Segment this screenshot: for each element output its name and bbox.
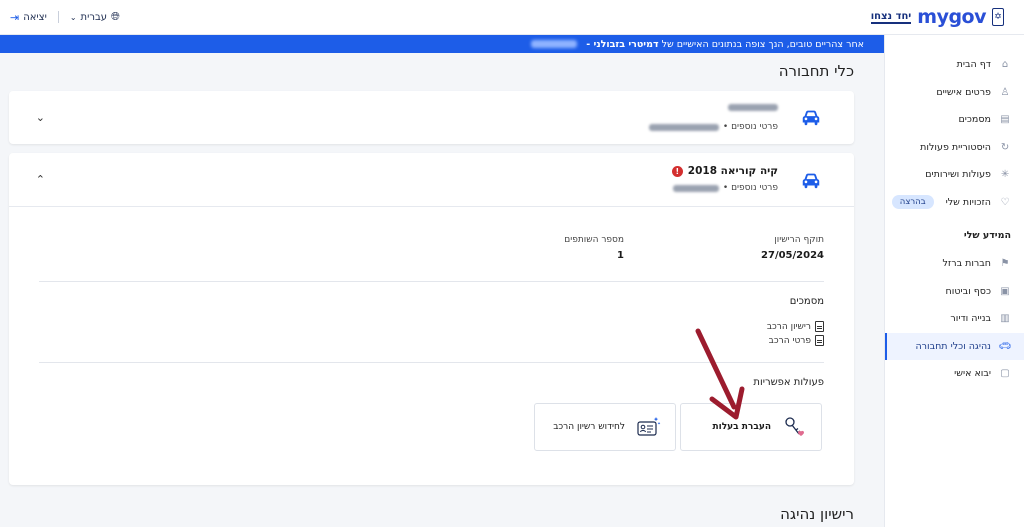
- chevron-up-icon[interactable]: ⌃: [33, 173, 45, 186]
- box-icon: ▢: [1000, 368, 1010, 380]
- sidebar-item-iron-swords[interactable]: ⚑ חברות ברזל: [885, 250, 1024, 278]
- mygov-logo[interactable]: יחד נצחו mygov ✡: [870, 6, 1004, 28]
- car-icon: [802, 173, 820, 189]
- globe-icon: 🌐︎: [111, 10, 120, 23]
- vehicle-sub-label: פרטי נוספים •: [722, 122, 778, 132]
- alert-icon: !: [671, 165, 683, 177]
- vehicle-card-expanded: קיה קוריאה 2018 ! פרטי נוספים • ⌃ תוקף ה…: [9, 153, 854, 485]
- document-link-vehicle-details[interactable]: פרטי הרכב: [769, 335, 824, 346]
- redacted-id: [531, 40, 578, 48]
- keys-icon: [785, 417, 804, 436]
- sidebar-item-services[interactable]: ✳ פעולות ושירותים: [885, 161, 1024, 189]
- sidebar-item-import[interactable]: ▢ יבוא אישי: [885, 360, 1024, 388]
- vehicle-sub-info: פרטי נוספים •: [648, 122, 778, 132]
- money-icon: ▣: [1000, 285, 1010, 297]
- logout-button[interactable]: ⇥ יציאה: [10, 11, 47, 24]
- building-icon: ▥: [1000, 313, 1010, 325]
- action-label: העברת בעלות: [712, 422, 771, 432]
- sidebar-item-personal[interactable]: ♙ פרטים אישיים: [885, 79, 1024, 107]
- vehicle-card-header[interactable]: קיה קוריאה 2018 ! פרטי נוספים • ⌃: [9, 153, 854, 207]
- vehicle-name-row: קיה קוריאה 2018 !: [671, 165, 778, 177]
- vehicle-sub-label: פרטי נוספים •: [722, 183, 778, 193]
- divider: [57, 11, 59, 23]
- top-bar: יחד נצחו mygov ✡ ⇥ יציאה ⌄ עברית 🌐︎: [0, 0, 1024, 35]
- file-icon: [815, 335, 824, 346]
- flag-icon: ⚑: [1000, 258, 1010, 270]
- logout-icon: ⇥: [10, 10, 20, 24]
- sidebar-item-label: דף הבית: [956, 59, 991, 71]
- greeting-text: אחר צהריים טובים, הנך צופה בנתונים האישי…: [661, 38, 864, 50]
- file-icon: [815, 321, 824, 332]
- person-icon: ♙: [1000, 86, 1010, 98]
- sidebar-item-label: יבוא אישי: [954, 368, 991, 380]
- actions-title: פעולות אפשריות: [753, 377, 824, 388]
- logo-text: mygov: [917, 6, 986, 28]
- language-label: עברית: [80, 11, 108, 23]
- sparkle-icon: ✳: [1000, 169, 1010, 181]
- sidebar-item-label: פעולות ושירותים: [925, 169, 991, 181]
- divider: [39, 281, 824, 282]
- partners-label: מספר השותפים: [564, 235, 624, 245]
- sidebar-item-money[interactable]: ▣ כסף וביטוח: [885, 278, 1024, 306]
- sidebar-item-history[interactable]: ↻ היסטוריית פעולות: [885, 134, 1024, 162]
- license-expiry-value: 27/05/2024: [761, 250, 824, 261]
- history-icon: ↻: [1000, 141, 1010, 153]
- sidebar-section-title: המידע שלי: [963, 229, 1011, 241]
- action-label: לחידוש רשיון הרכב: [553, 422, 625, 432]
- sidebar-item-documents[interactable]: ▤ מסמכים: [885, 106, 1024, 134]
- language-selector[interactable]: ⌄ עברית 🌐︎: [70, 10, 120, 24]
- chevron-down-icon: ⌄: [69, 12, 77, 22]
- logout-label: יציאה: [23, 11, 47, 23]
- sidebar-item-label: היסטוריית פעולות: [920, 141, 991, 153]
- user-name: דמיטרי בזבולני -: [586, 38, 659, 50]
- sidebar-item-label: נהיגה וכלי תחבורה: [915, 340, 991, 352]
- sidebar-item-label: כסף וביטוח: [945, 285, 991, 297]
- divider: [39, 362, 824, 363]
- sidebar-item-driving[interactable]: 🚗︎ נהיגה וכלי תחבורה: [885, 332, 1024, 360]
- sidebar-item-label: פרטים אישיים: [936, 86, 991, 98]
- document-link-vehicle-license[interactable]: רישיון הרכב: [767, 321, 824, 332]
- vehicle-sub-info: פרטי נוספים •: [672, 183, 778, 193]
- sidebar-item-label: הזכויות שלי: [945, 196, 991, 208]
- redacted-plate: [672, 184, 719, 192]
- redacted-plate: [648, 123, 719, 131]
- vehicle-card-collapsed[interactable]: פרטי נוספים • ⌄: [9, 91, 854, 144]
- page-title: כלי תחבורה: [778, 62, 854, 80]
- sidebar-item-housing[interactable]: ▥ בנייה ודיור: [885, 305, 1024, 333]
- document-icon: ▤: [1000, 114, 1010, 126]
- sidebar: ⌂ דף הבית ♙ פרטים אישיים ▤ מסמכים ↻ היסט…: [884, 35, 1024, 527]
- sidebar-item-label: מסמכים: [958, 114, 991, 126]
- main-content: כלי תחבורה פרטי נוספים • ⌄ קיה קוריאה 20…: [0, 53, 884, 527]
- license-card-icon: [637, 417, 661, 436]
- sidebar-item-home[interactable]: ⌂ דף הבית: [885, 51, 1024, 79]
- greeting-banner: אחר צהריים טובים, הנך צופה בנתונים האישי…: [0, 35, 884, 53]
- driving-license-title: רישיון נהיגה: [780, 505, 854, 523]
- logo-sub-text: יחד נצחו: [870, 10, 912, 24]
- car-icon: 🚗︎: [998, 340, 1012, 352]
- sidebar-item-rights[interactable]: ♡ הזכויות שלי בהרצה: [885, 189, 1024, 217]
- sidebar-item-label: חברות ברזל: [942, 258, 991, 270]
- state-emblem-icon: ✡: [992, 8, 1004, 26]
- vehicle-name: קיה קוריאה 2018: [687, 165, 778, 177]
- document-label: רישיון הרכב: [766, 321, 811, 332]
- heart-icon: ♡: [1000, 196, 1010, 208]
- documents-title: מסמכים: [789, 296, 824, 307]
- document-label: פרטי הרכב: [768, 335, 811, 346]
- redacted-vehicle-name: [728, 104, 778, 111]
- car-icon: [802, 110, 820, 126]
- beta-badge: בהרצה: [891, 195, 934, 210]
- partners-value: 1: [617, 250, 624, 261]
- sidebar-item-label: בנייה ודיור: [950, 313, 991, 325]
- license-expiry-label: תוקף הרישיון: [774, 235, 824, 245]
- transfer-ownership-button[interactable]: העברת בעלות: [680, 403, 822, 451]
- renew-vehicle-license-button[interactable]: לחידוש רשיון הרכב: [534, 403, 676, 451]
- chevron-down-icon[interactable]: ⌄: [33, 111, 45, 124]
- home-icon: ⌂: [1001, 59, 1009, 71]
